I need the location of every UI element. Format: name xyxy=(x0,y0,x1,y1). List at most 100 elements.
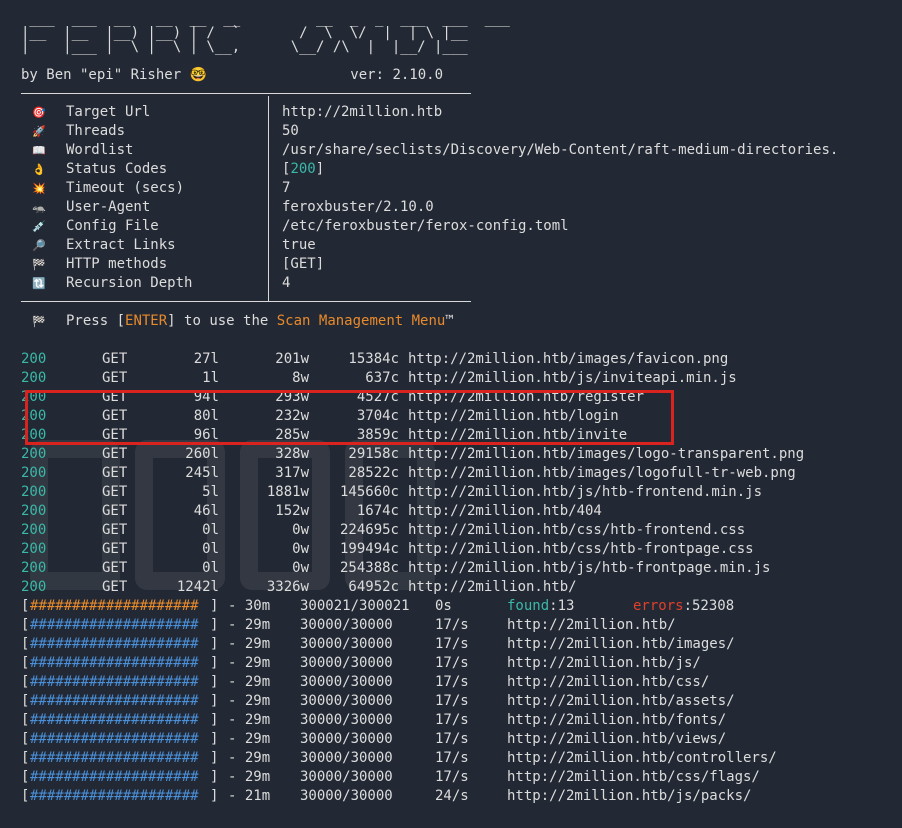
word-count: 0w xyxy=(292,522,309,538)
char-count: 145660c xyxy=(339,484,399,500)
progress-bar: #################### xyxy=(30,617,199,633)
request-rate: 24/s xyxy=(435,788,469,804)
request-rate: 17/s xyxy=(435,617,469,633)
request-rate: 17/s xyxy=(435,636,469,652)
result-url: http://2million.htb/css/htb-frontend.css xyxy=(408,522,746,538)
char-count: 637c xyxy=(365,370,399,386)
directory-url: http://2million.htb/js/packs/ xyxy=(507,788,752,804)
elapsed-time: - 29m xyxy=(228,731,271,747)
word-count: 152w xyxy=(275,503,309,519)
progress-row: [####################] - 21m 30000/30000 24… xyxy=(21,788,752,804)
highlight-box-annotation xyxy=(25,390,674,445)
http-method: GET xyxy=(102,579,128,595)
result-url: http://2million.htb/images/logofull-tr-w… xyxy=(408,465,796,481)
config-key: Threads xyxy=(66,123,126,139)
result-row: 200 GET 0l 0w 254388c http://2million.htb/js/… xyxy=(21,559,891,578)
word-count: 1881w xyxy=(266,484,309,500)
request-count: 30000/30000 xyxy=(300,693,393,709)
result-url: http://2million.htb/css/htb-frontpage.cs… xyxy=(408,541,754,557)
config-value: 4 xyxy=(282,275,291,291)
char-count: 64952c xyxy=(348,579,399,595)
word-count: 0w xyxy=(292,541,309,557)
result-url: http://2million.htb/js/inviteapi.min.js xyxy=(408,370,737,386)
press-middle-text: ] to use the xyxy=(167,313,277,329)
progress-bar: #################### xyxy=(30,788,199,804)
author-version-line: by Ben "epi" Risher 🤓 ver: 2.10.0 xyxy=(21,67,444,83)
collision-icon: 💥 xyxy=(32,182,46,195)
request-rate: 17/s xyxy=(435,655,469,671)
status-code: 200 xyxy=(21,370,47,386)
char-count: 1674c xyxy=(356,503,399,519)
directory-url: http://2million.htb/ xyxy=(507,617,676,633)
status-code: 200 xyxy=(21,522,47,538)
ascii-banner-logo: ___ ___ __ __ __ __ __ _ _ ___ ___ ___ |… xyxy=(21,11,510,55)
divider-bottom xyxy=(21,301,471,302)
http-method: GET xyxy=(102,560,128,576)
overall-elapsed: - 30m xyxy=(228,598,271,614)
directory-url: http://2million.htb/css/flags/ xyxy=(507,769,760,785)
status-code: 200 xyxy=(21,541,47,557)
progress-bar: #################### xyxy=(30,636,199,652)
http-method: GET xyxy=(102,351,128,367)
progress-bar: #################### xyxy=(30,693,199,709)
char-count: 224695c xyxy=(339,522,399,538)
progress-row: [####################] - 29m 30000/30000 17… xyxy=(21,655,701,671)
request-count: 30000/30000 xyxy=(300,731,393,747)
overall-count: 300021/300021 xyxy=(300,598,410,614)
errors-label: errors xyxy=(633,598,684,614)
elapsed-time: - 21m xyxy=(228,788,271,804)
request-rate: 17/s xyxy=(435,674,469,690)
directory-url: http://2million.htb/views/ xyxy=(507,731,727,747)
progress-bar: #################### xyxy=(30,712,199,728)
request-rate: 17/s xyxy=(435,769,469,785)
config-column-divider xyxy=(268,96,269,301)
char-count: 29158c xyxy=(348,446,399,462)
scan-management-menu-label: Scan Management Menu xyxy=(276,313,446,329)
directory-url: http://2million.htb/js/ xyxy=(507,655,701,671)
target-icon: 🎯 xyxy=(32,106,46,119)
value-bracket-close: ] xyxy=(315,161,325,177)
status-code: 200 xyxy=(21,484,47,500)
config-value: 50 xyxy=(282,123,299,139)
request-count: 30000/30000 xyxy=(300,636,393,652)
config-value: feroxbuster/2.10.0 xyxy=(282,199,434,215)
result-row: 200 GET 27l 201w 15384c http://2million.htb/i… xyxy=(21,350,891,369)
word-count: 201w xyxy=(275,351,309,367)
char-count: 254388c xyxy=(339,560,399,576)
line-count: 0l xyxy=(202,522,219,538)
config-key: Config File xyxy=(66,218,159,234)
progress-row: [####################] - 29m 30000/30000 17… xyxy=(21,636,735,652)
result-row: 200 GET 1l 8w 637c http://2million.htb/js/inv… xyxy=(21,369,891,388)
progress-row: [####################] - 29m 30000/30000 17… xyxy=(21,617,676,633)
config-value: 7 xyxy=(282,180,291,196)
config-key: Recursion Depth xyxy=(66,275,193,291)
result-url: http://2million.htb/images/favicon.png xyxy=(408,351,729,367)
line-count: 260l xyxy=(185,446,219,462)
http-method: GET xyxy=(102,503,128,519)
result-url: http://2million.htb/js/htb-frontpage.min… xyxy=(408,560,771,576)
terminal-window[interactable]: ___ ___ __ __ __ __ __ _ _ ___ ___ ___ |… xyxy=(0,0,902,828)
line-count: 245l xyxy=(185,465,219,481)
line-count: 46l xyxy=(193,503,219,519)
progress-row: [####################] - 29m 30000/30000 17… xyxy=(21,674,710,690)
press-before-text: Press [ xyxy=(66,313,126,329)
http-method: GET xyxy=(102,465,128,481)
char-count: 15384c xyxy=(348,351,399,367)
config-key: Target Url xyxy=(66,104,151,120)
result-row: 200 GET 260l 328w 29158c http://2million.htb/… xyxy=(21,445,891,464)
divider-top xyxy=(21,93,471,94)
result-row: 200 GET 245l 317w 28522c http://2million.htb/… xyxy=(21,464,891,483)
progress-bar: #################### xyxy=(30,750,199,766)
config-key: Extract Links xyxy=(66,237,176,253)
enter-key-label: ENTER xyxy=(125,313,168,329)
found-count: :13 xyxy=(549,598,575,614)
http-method: GET xyxy=(102,370,128,386)
result-url: http://2million.htb/404 xyxy=(408,503,602,519)
rocket-icon: 🚀 xyxy=(32,125,46,138)
elapsed-time: - 29m xyxy=(228,769,271,785)
request-count: 30000/30000 xyxy=(300,750,393,766)
progress-bar: #################### xyxy=(30,674,199,690)
line-count: 27l xyxy=(193,351,219,367)
flag-icon: 🏁 xyxy=(32,258,46,271)
word-count: 317w xyxy=(275,465,309,481)
